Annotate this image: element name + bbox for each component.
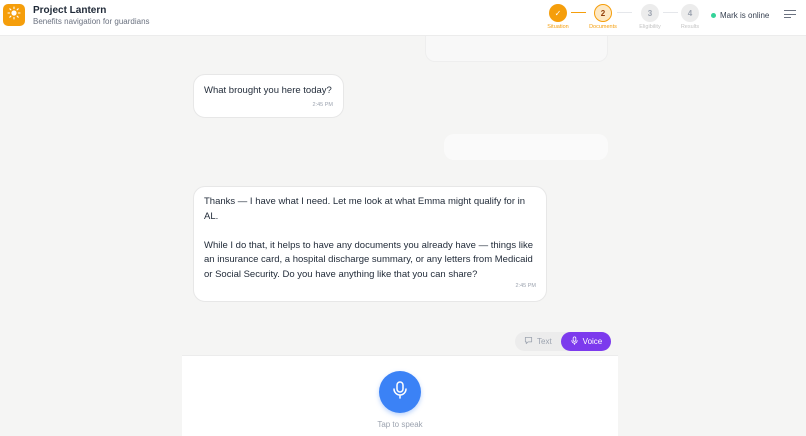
microphone-icon [570, 336, 583, 347]
previous-message-bubble [425, 36, 608, 62]
text-mode-button[interactable]: Text [515, 332, 561, 351]
hamburger-icon[interactable] [784, 10, 796, 22]
user-message-ghost [444, 134, 608, 160]
step-number: 4 [681, 4, 699, 22]
voice-mode-button[interactable]: Voice [560, 332, 612, 351]
message-text: Thanks — I have what I need. Let me look… [204, 196, 533, 280]
message-text: What brought you here today? [204, 85, 332, 96]
message-time: 2:45 PM [312, 101, 333, 108]
chat-bubble-icon [524, 336, 537, 347]
voice-mode-label: Voice [582, 337, 603, 346]
step-label: Eligibility [639, 24, 661, 30]
voice-input-panel: Tap to speak [182, 355, 618, 436]
sun-icon [7, 5, 21, 25]
tap-to-speak-label: Tap to speak [377, 420, 423, 429]
microphone-icon [392, 380, 408, 404]
message-time: 2:45 PM [515, 283, 536, 289]
step-label: Documents [589, 24, 617, 30]
step-number: 2 [594, 4, 612, 22]
step-results[interactable]: 4 Results [670, 4, 710, 30]
step-number: 3 [641, 4, 659, 22]
step-documents[interactable]: 2 Documents [583, 4, 623, 30]
text-mode-label: Text [537, 337, 552, 346]
app-title: Project Lantern [33, 5, 107, 16]
input-mode-toggle: Text Voice [515, 332, 612, 351]
app-logo [3, 4, 25, 26]
online-dot-icon [711, 13, 716, 18]
step-eligibility[interactable]: 3 Eligibility [630, 4, 670, 30]
app-header: Project Lantern Benefits navigation for … [0, 0, 806, 36]
assistant-message: What brought you here today? 2:45 PM [193, 74, 344, 118]
tap-to-speak-button[interactable] [379, 371, 421, 413]
check-icon: ✓ [549, 4, 567, 22]
app-subtitle: Benefits navigation for guardians [33, 17, 150, 26]
assistant-message: Thanks — I have what I need. Let me look… [193, 186, 547, 302]
online-status-text: Mark is online [720, 11, 770, 20]
step-label: Results [680, 24, 700, 30]
online-status: Mark is online [711, 11, 769, 20]
step-label: Situation [547, 24, 569, 30]
step-situation[interactable]: ✓ Situation [538, 4, 578, 30]
